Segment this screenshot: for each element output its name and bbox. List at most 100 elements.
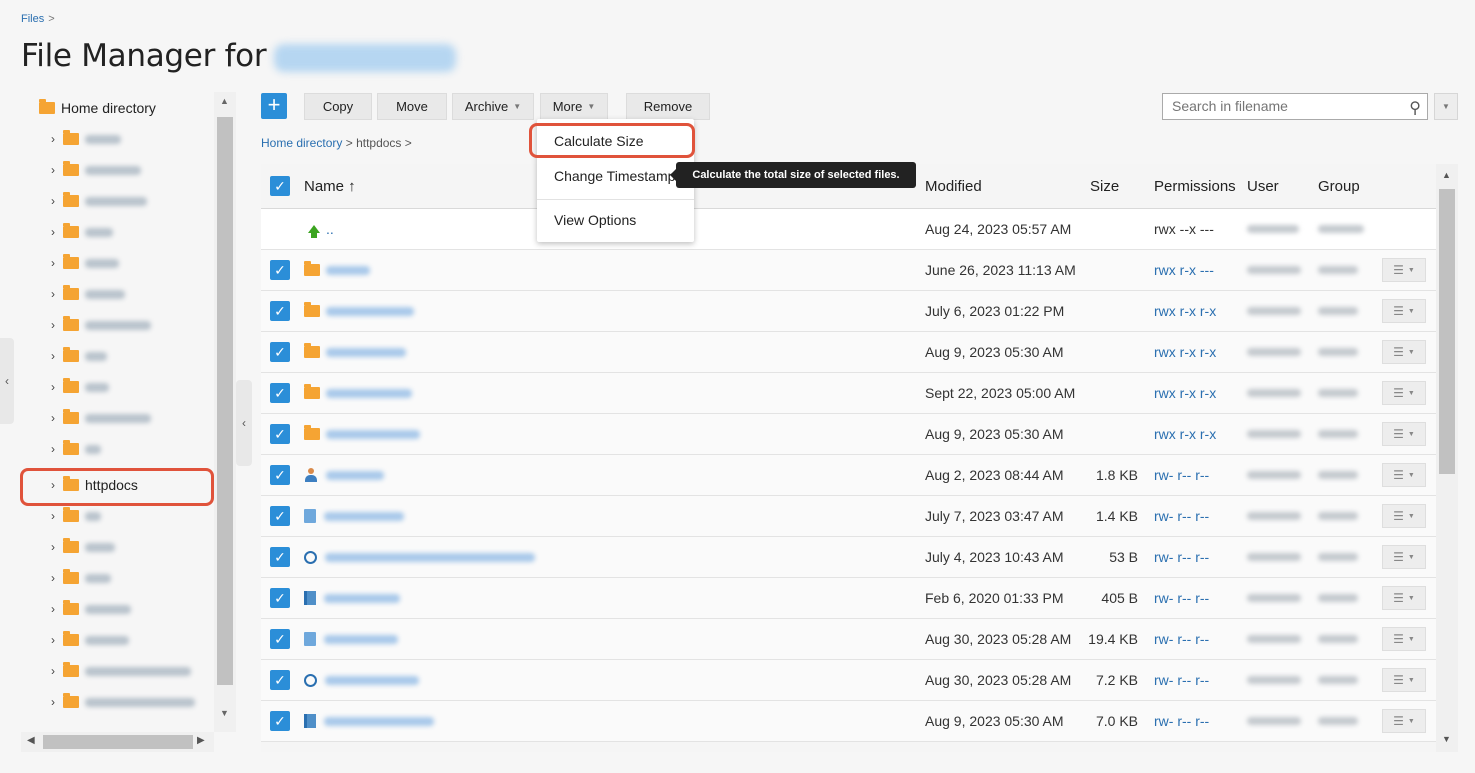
row-menu-button[interactable]: ☰ ▼ [1382,463,1426,487]
chevron-right-icon[interactable]: › [47,602,59,616]
row-checkbox[interactable]: ✓ [270,588,290,608]
chevron-right-icon[interactable]: › [47,318,59,332]
tree-item[interactable]: › [47,283,125,305]
column-header-permissions[interactable]: Permissions [1154,164,1236,208]
scroll-down-icon[interactable]: ▼ [220,708,229,718]
tree-item-home[interactable]: Home directory [35,97,156,119]
row-checkbox[interactable]: ✓ [270,301,290,321]
tree-item[interactable]: › [47,660,191,682]
row-menu-button[interactable]: ☰ ▼ [1382,709,1426,733]
permissions-cell[interactable]: rw- r-- r-- [1154,578,1209,618]
table-row[interactable]: ✓ Sept 22, 2023 05:00 AM rwx r-x r-x ☰ ▼ [261,373,1436,414]
tree-item[interactable]: › [47,128,121,150]
row-checkbox[interactable]: ✓ [270,342,290,362]
permissions-cell[interactable]: rw- r-- r-- [1154,537,1209,577]
row-menu-button[interactable]: ☰ ▼ [1382,668,1426,692]
copy-button[interactable]: Copy [304,93,372,120]
table-row[interactable]: ✓ Aug 30, 2023 05:28 AM 19.4 KB rw- r-- r--… [261,619,1436,660]
row-checkbox[interactable]: ✓ [270,711,290,731]
row-menu-button[interactable]: ☰ ▼ [1382,545,1426,569]
chevron-right-icon[interactable]: › [47,695,59,709]
table-row[interactable]: ✓ Aug 30, 2023 05:28 AM 7.2 KB rw- r-- r-- ☰… [261,660,1436,701]
blurred-file-name[interactable] [326,306,414,316]
tree-item[interactable]: › [47,629,129,651]
column-header-modified[interactable]: Modified [925,164,982,208]
table-row[interactable]: ✓ July 4, 2023 10:43 AM 53 B rw- r-- r-- ☰ ▼ [261,537,1436,578]
chevron-right-icon[interactable]: › [47,287,59,301]
blurred-file-name[interactable] [326,388,412,398]
name-cell[interactable] [304,414,420,454]
name-cell[interactable] [304,537,535,577]
search-icon[interactable]: ⚲ [1409,96,1421,121]
tree-item[interactable]: › [47,505,101,527]
name-cell[interactable] [304,332,406,372]
table-vertical-scrollbar[interactable]: ▲ ▼ [1436,164,1458,752]
column-header-user[interactable]: User [1247,164,1279,208]
row-checkbox[interactable]: ✓ [270,383,290,403]
chevron-right-icon[interactable]: › [47,571,59,585]
tree-item[interactable]: › [47,159,141,181]
name-cell[interactable] [304,578,400,618]
permissions-cell[interactable]: rwx r-x r-x [1154,373,1216,413]
blurred-file-name[interactable] [325,552,535,562]
table-row[interactable]: ✓ Aug 9, 2023 05:30 AM 7.0 KB rw- r-- r-- ☰ ▼ [261,701,1436,742]
more-button[interactable]: More ▼ [540,93,608,120]
blurred-file-name[interactable] [324,716,434,726]
permissions-cell[interactable]: rwx r-x --- [1154,250,1214,290]
search-field[interactable]: ⚲ [1162,93,1428,120]
row-checkbox[interactable]: ✓ [270,465,290,485]
blurred-file-name[interactable] [326,347,406,357]
row-menu-button[interactable]: ☰ ▼ [1382,586,1426,610]
table-row[interactable]: ✓ Aug 9, 2023 05:30 AM rwx r-x r-x ☰ ▼ [261,332,1436,373]
permissions-cell[interactable]: rw- r-- r-- [1154,455,1209,495]
select-all-checkbox[interactable]: ✓ [270,176,290,196]
chevron-right-icon[interactable]: › [47,380,59,394]
tree-item[interactable]: › [47,598,131,620]
chevron-right-icon[interactable]: › [47,132,59,146]
tree-item[interactable]: › [47,221,113,243]
tree-scroll-thumb[interactable] [217,117,233,685]
blurred-file-name[interactable] [324,634,398,644]
scroll-up-icon[interactable]: ▲ [1442,170,1451,180]
name-cell[interactable] [304,455,384,495]
permissions-cell[interactable]: rw- r-- r-- [1154,619,1209,659]
menu-item-change-timestamp[interactable]: Change Timestamp [554,168,675,184]
chevron-right-icon[interactable]: › [47,411,59,425]
permissions-cell[interactable]: rwx r-x r-x [1154,291,1216,331]
breadcrumb-files-link[interactable]: Files [21,13,44,25]
row-checkbox[interactable]: ✓ [270,547,290,567]
chevron-right-icon[interactable]: › [47,194,59,208]
tree-item[interactable]: › [47,190,147,212]
row-checkbox[interactable]: ✓ [270,424,290,444]
parent-directory-row[interactable]: .. Aug 24, 2023 05:57 AM rwx --x --- [261,209,1436,250]
name-cell[interactable] [304,496,404,536]
permissions-cell[interactable]: rw- r-- r-- [1154,660,1209,700]
row-menu-button[interactable]: ☰ ▼ [1382,422,1426,446]
row-menu-button[interactable]: ☰ ▼ [1382,381,1426,405]
scroll-right-icon[interactable]: ▶ [197,735,205,746]
add-button[interactable]: + [261,93,287,119]
table-row[interactable]: ✓ June 26, 2023 11:13 AM rwx r-x --- ☰ ▼ [261,250,1436,291]
chevron-right-icon[interactable]: › [47,664,59,678]
chevron-right-icon[interactable]: › [47,225,59,239]
row-checkbox[interactable]: ✓ [270,670,290,690]
collapse-left-panel-button[interactable]: ‹ [0,338,14,424]
search-options-button[interactable]: ▼ [1434,93,1458,120]
chevron-right-icon[interactable]: › [47,540,59,554]
scroll-left-icon[interactable]: ◀ [27,735,35,746]
row-menu-button[interactable]: ☰ ▼ [1382,340,1426,364]
collapse-tree-button[interactable]: ‹ [236,380,252,466]
tree-item[interactable]: › [47,345,107,367]
chevron-right-icon[interactable]: › [47,442,59,456]
column-header-name[interactable]: Name ↑ [304,164,356,208]
scroll-up-icon[interactable]: ▲ [220,96,229,106]
tree-item[interactable]: › [47,314,151,336]
row-menu-button[interactable]: ☰ ▼ [1382,299,1426,323]
tree-item[interactable]: › [47,407,151,429]
blurred-file-name[interactable] [326,429,420,439]
name-cell[interactable] [304,373,412,413]
name-cell[interactable] [304,291,414,331]
name-cell[interactable] [304,701,434,741]
table-row[interactable]: ✓ July 7, 2023 03:47 AM 1.4 KB rw- r-- r-- ☰… [261,496,1436,537]
scroll-down-icon[interactable]: ▼ [1442,734,1451,744]
